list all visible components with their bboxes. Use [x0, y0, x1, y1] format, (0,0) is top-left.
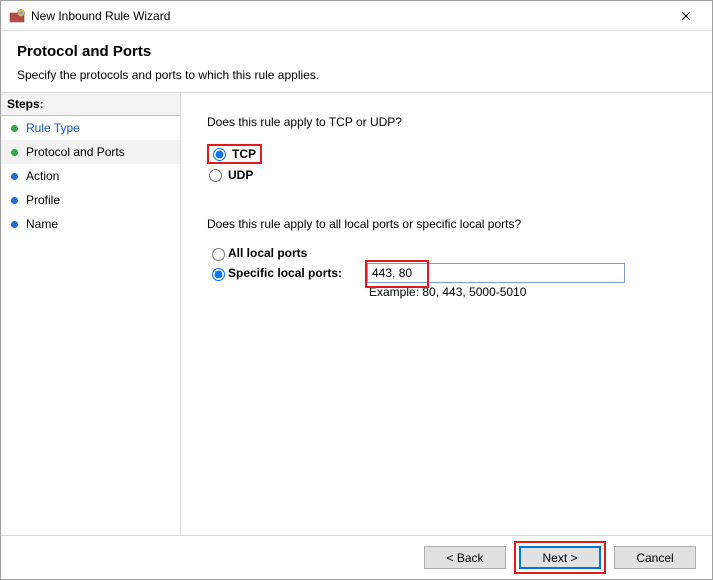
step-protocol-ports[interactable]: Protocol and Ports [1, 140, 180, 164]
step-name[interactable]: Name [1, 212, 180, 236]
radio-all-ports-row: All local ports [207, 245, 686, 261]
step-action[interactable]: Action [1, 164, 180, 188]
radio-tcp-row: TCP [207, 143, 686, 165]
ports-input[interactable] [367, 263, 625, 283]
page-title: Protocol and Ports [17, 43, 696, 60]
step-label: Name [26, 217, 58, 231]
steps-heading: Steps: [1, 93, 180, 116]
ports-block: Does this rule apply to all local ports … [207, 217, 686, 299]
radio-all-ports-label: All local ports [228, 246, 307, 260]
radio-udp-row: UDP [207, 167, 686, 183]
tcp-highlight: TCP [207, 144, 262, 164]
next-highlight: Next > [514, 541, 606, 574]
main-pane: Does this rule apply to TCP or UDP? TCP … [181, 93, 712, 535]
step-label: Action [26, 169, 59, 183]
back-button[interactable]: < Back [424, 546, 506, 569]
ports-question: Does this rule apply to all local ports … [207, 217, 686, 231]
radio-tcp-label: TCP [232, 147, 256, 161]
wizard-window: New Inbound Rule Wizard Protocol and Por… [0, 0, 713, 580]
wizard-body: Steps: Rule Type Protocol and Ports Acti… [1, 92, 712, 535]
step-bullet-icon [11, 173, 18, 180]
firewall-icon [9, 8, 25, 24]
radio-all-ports[interactable] [212, 248, 225, 261]
step-label: Rule Type [26, 121, 80, 135]
radio-specific-ports-row: Specific local ports: [207, 263, 686, 283]
window-title: New Inbound Rule Wizard [31, 9, 666, 23]
wizard-header: Protocol and Ports Specify the protocols… [1, 31, 712, 92]
step-label: Profile [26, 193, 60, 207]
step-bullet-icon [11, 149, 18, 156]
radio-udp[interactable] [209, 169, 222, 182]
protocol-question: Does this rule apply to TCP or UDP? [207, 115, 686, 129]
radio-tcp[interactable] [213, 148, 226, 161]
steps-sidebar: Steps: Rule Type Protocol and Ports Acti… [1, 93, 181, 535]
ports-example: Example: 80, 443, 5000-5010 [369, 285, 686, 299]
step-bullet-icon [11, 197, 18, 204]
step-bullet-icon [11, 125, 18, 132]
close-icon[interactable] [666, 2, 706, 30]
button-bar: < Back Next > Cancel [1, 535, 712, 579]
step-profile[interactable]: Profile [1, 188, 180, 212]
next-button[interactable]: Next > [519, 546, 601, 569]
radio-udp-label: UDP [228, 168, 253, 182]
cancel-button[interactable]: Cancel [614, 546, 696, 569]
step-rule-type[interactable]: Rule Type [1, 116, 180, 140]
radio-specific-ports[interactable] [212, 268, 225, 281]
step-bullet-icon [11, 221, 18, 228]
step-label: Protocol and Ports [26, 145, 125, 159]
ports-input-wrap [367, 263, 625, 283]
radio-specific-ports-label: Specific local ports: [228, 266, 342, 280]
page-subtitle: Specify the protocols and ports to which… [17, 68, 696, 82]
titlebar: New Inbound Rule Wizard [1, 1, 712, 31]
